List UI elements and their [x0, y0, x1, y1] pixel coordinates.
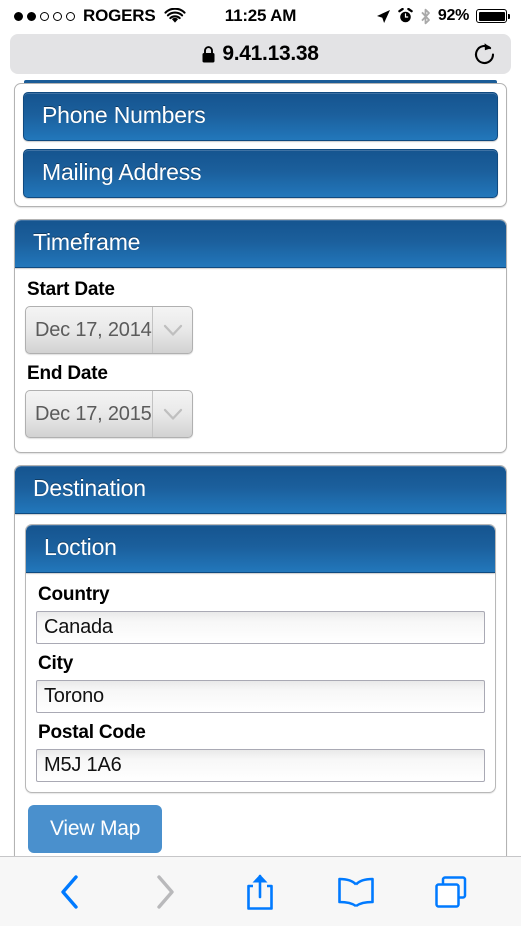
reload-icon[interactable] [472, 42, 497, 67]
signal-dot-1 [14, 11, 23, 21]
section-header-location[interactable]: Loction [26, 525, 495, 573]
start-date-label: Start Date [27, 279, 115, 300]
chevron-down-icon [152, 391, 192, 437]
postal-code-label: Postal Code [38, 722, 146, 743]
carrier-label: ROGERS [83, 6, 156, 25]
start-date-select[interactable]: Dec 17, 2014 [25, 306, 193, 354]
destination-card: Destination Loction Country City Postal … [14, 465, 507, 856]
address-bar[interactable]: 9.41.13.38 [10, 34, 511, 74]
city-input[interactable] [36, 680, 485, 713]
alarm-clock-icon [398, 8, 413, 23]
location-fields: Country City Postal Code [26, 573, 495, 792]
start-date-value: Dec 17, 2014 [35, 318, 152, 341]
signal-dot-4 [53, 11, 62, 21]
timeframe-card: Timeframe Start Date Dec 17, 2014 End Da… [14, 219, 507, 453]
signal-dot-3 [40, 11, 49, 21]
status-bar-right: 92% [376, 7, 510, 25]
signal-dot-2 [27, 11, 36, 21]
browser-address-bar-area: 9.41.13.38 [0, 32, 521, 80]
city-label: City [38, 653, 74, 674]
tabs-icon[interactable] [425, 866, 477, 918]
location-arrow-icon [376, 9, 390, 23]
forward-chevron-icon [139, 866, 191, 918]
url-text: 9.41.13.38 [222, 42, 319, 65]
destination-body: Loction Country City Postal Code View Ma… [15, 514, 506, 856]
signal-strength-dots [14, 11, 75, 21]
status-bar: ROGERS 11:25 AM 92% [0, 0, 521, 32]
country-input[interactable] [36, 611, 485, 644]
signal-dot-5 [66, 11, 75, 21]
section-mailing-address[interactable]: Mailing Address [23, 149, 498, 198]
timeframe-body: Start Date Dec 17, 2014 End Date Dec 17,… [15, 268, 506, 452]
end-date-value: Dec 17, 2015 [35, 402, 152, 425]
end-date-label: End Date [27, 363, 108, 384]
wifi-icon [164, 7, 187, 23]
share-icon[interactable] [234, 866, 286, 918]
battery-full-icon [476, 9, 510, 23]
lock-icon [202, 45, 215, 62]
section-phone-numbers[interactable]: Phone Numbers [23, 92, 498, 141]
country-label: Country [38, 584, 110, 605]
section-header-destination[interactable]: Destination [15, 466, 506, 514]
view-map-button[interactable]: View Map [28, 805, 163, 853]
end-date-select[interactable]: Dec 17, 2015 [25, 390, 193, 438]
back-chevron-icon[interactable] [44, 866, 96, 918]
status-bar-left: ROGERS [14, 6, 187, 26]
bookmarks-book-icon[interactable] [330, 866, 382, 918]
contact-sections-card: Phone Numbers Mailing Address [14, 83, 507, 207]
browser-bottom-toolbar [0, 856, 521, 926]
chevron-down-icon [152, 307, 192, 353]
battery-percent-label: 92% [437, 7, 469, 24]
address-bar-content: 9.41.13.38 [10, 42, 511, 66]
bluetooth-icon [421, 8, 430, 24]
postal-code-input[interactable] [36, 749, 485, 782]
location-panel: Loction Country City Postal Code [25, 524, 496, 793]
section-header-timeframe[interactable]: Timeframe [15, 220, 506, 268]
web-page-content: Phone Numbers Mailing Address Timeframe … [0, 80, 521, 856]
